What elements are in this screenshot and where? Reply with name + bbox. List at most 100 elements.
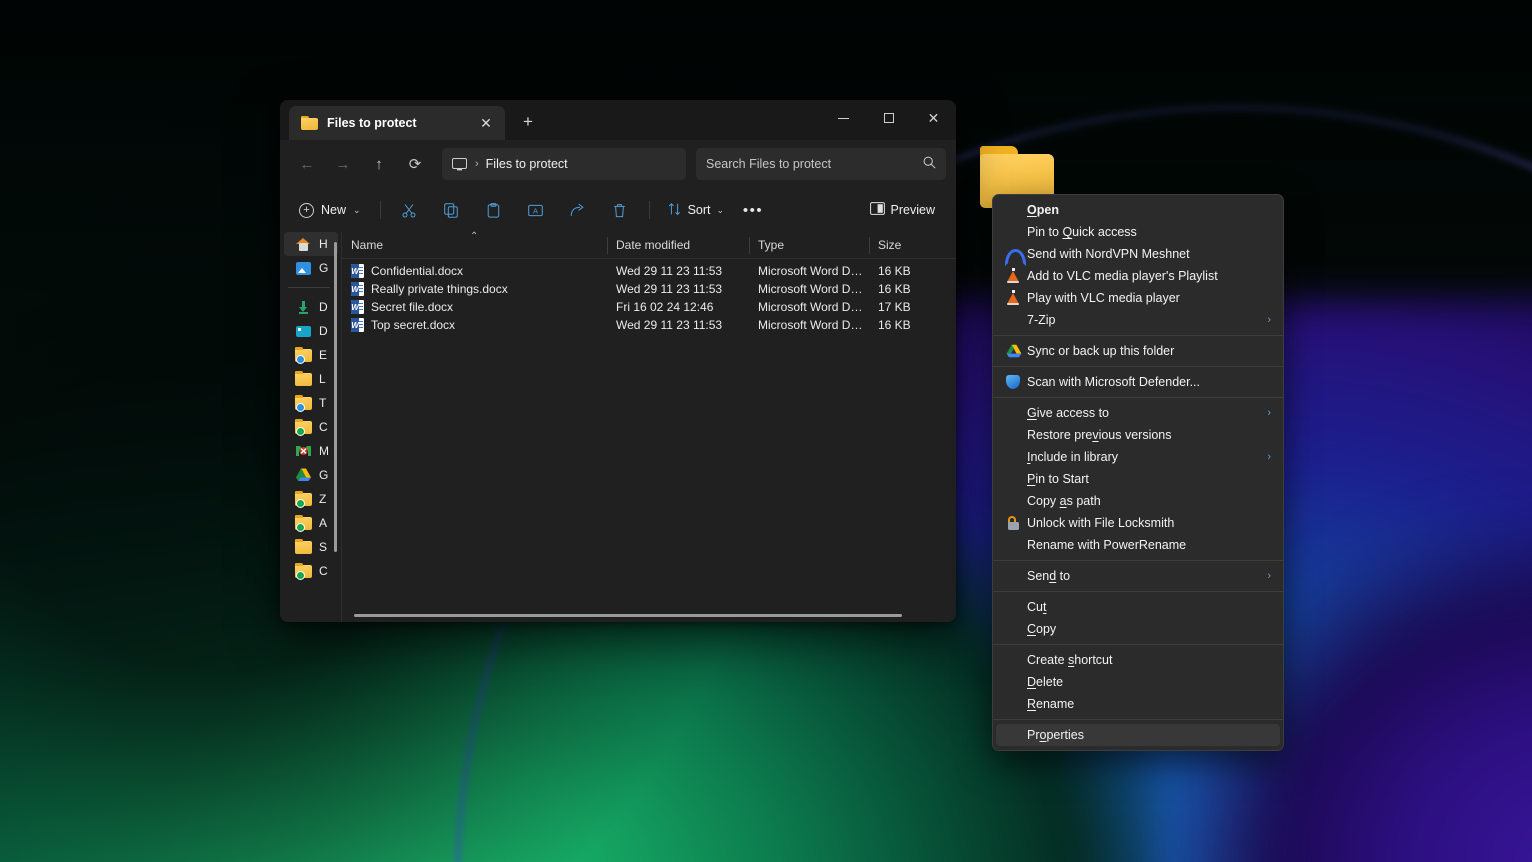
menu-separator: [993, 335, 1283, 336]
chevron-right-icon: ›: [1267, 407, 1271, 419]
new-tab-button[interactable]: +: [513, 107, 543, 137]
file-date-cell: Fri 16 02 24 12:46: [616, 300, 714, 314]
table-row[interactable]: W Confidential.docx Wed 29 11 23 11:53 Micr…: [342, 262, 956, 280]
menu-item-create-shortcut[interactable]: Create shortcut: [993, 649, 1283, 671]
forward-button[interactable]: →: [326, 148, 360, 180]
menu-item-scan-with-microsoft-defender[interactable]: Scan with Microsoft Defender...: [993, 371, 1283, 393]
word-doc-icon: W: [351, 264, 364, 278]
maximize-button[interactable]: [866, 100, 911, 136]
sidebar-item-10[interactable]: Z: [284, 487, 338, 511]
sidebar-item-6[interactable]: T: [284, 391, 338, 415]
menu-item-pin-to-quick-access[interactable]: Pin to Quick access: [993, 221, 1283, 243]
file-date-cell: Wed 29 11 23 11:53: [616, 282, 723, 296]
sidebar-item-11[interactable]: A: [284, 511, 338, 535]
sidebar-item-7[interactable]: C: [284, 415, 338, 439]
desktop-icon: [295, 323, 312, 340]
menu-item-restore-previous-versions[interactable]: Restore previous versions: [993, 424, 1283, 446]
sort-arrows-icon: [668, 202, 682, 219]
menu-item-7-zip[interactable]: 7-Zip ›: [993, 309, 1283, 331]
defender-shield-icon: [1003, 374, 1027, 390]
menu-item-label: Copy: [1027, 622, 1057, 636]
new-button[interactable]: + New ⌄: [292, 195, 371, 225]
back-button[interactable]: ←: [290, 148, 324, 180]
menu-separator: [993, 719, 1283, 720]
folder-icon: [301, 116, 318, 130]
delete-button[interactable]: [600, 195, 640, 225]
sidebar-scrollbar[interactable]: [334, 242, 337, 552]
sidebar-item-5[interactable]: L: [284, 367, 338, 391]
column-header-size[interactable]: Size: [869, 232, 949, 259]
tab-files-to-protect[interactable]: Files to protect ✕: [289, 106, 505, 140]
table-row[interactable]: W Secret file.docx Fri 16 02 24 12:46 Micro…: [342, 298, 956, 316]
column-header-type[interactable]: Type: [749, 232, 869, 259]
sidebar-item-1[interactable]: G: [284, 256, 338, 280]
menu-item-send-with-nordvpn-meshnet[interactable]: Send with NordVPN Meshnet: [993, 243, 1283, 266]
address-bar[interactable]: › Files to protect: [442, 148, 686, 180]
paste-button[interactable]: [474, 195, 514, 225]
sidebar-item-4[interactable]: E: [284, 343, 338, 367]
menu-item-give-access-to[interactable]: Give access to ›: [993, 402, 1283, 424]
vlc-icon: [1003, 268, 1027, 284]
refresh-button[interactable]: ⟳: [398, 148, 432, 180]
column-header-name-label: Name: [351, 238, 384, 252]
sidebar-item-label: E: [319, 348, 328, 362]
minimize-button[interactable]: [821, 100, 866, 136]
no-icon: [1003, 427, 1027, 443]
context-menu: Open Pin to Quick access Send with NordVPN…: [992, 194, 1284, 751]
column-header-date-modified[interactable]: Date modified: [607, 232, 749, 259]
horizontal-scrollbar[interactable]: [342, 610, 956, 622]
close-window-button[interactable]: ✕: [911, 100, 956, 136]
file-name-cell: W Top secret.docx: [342, 318, 607, 332]
menu-item-play-with-vlc-media-player[interactable]: Play with VLC media player: [993, 287, 1283, 309]
menu-item-rename-with-powerrename[interactable]: Rename with PowerRename: [993, 534, 1283, 556]
menu-item-copy[interactable]: Copy: [993, 618, 1283, 640]
more-options-button[interactable]: •••: [735, 195, 771, 225]
rename-button[interactable]: A: [516, 195, 556, 225]
no-icon: [1003, 537, 1027, 553]
menu-item-properties[interactable]: Properties: [996, 724, 1280, 746]
no-icon: [1003, 696, 1027, 712]
navigation-sidebar: HGDDELTCMGZASC: [280, 232, 342, 622]
menu-item-rename[interactable]: Rename: [993, 693, 1283, 715]
menu-item-add-to-vlc-media-player-s-playlist[interactable]: Add to VLC media player's Playlist: [993, 265, 1283, 287]
menu-item-pin-to-start[interactable]: Pin to Start: [993, 468, 1283, 490]
sidebar-item-label: C: [319, 564, 328, 578]
menu-item-send-to[interactable]: Send to ›: [993, 565, 1283, 587]
sidebar-item-0[interactable]: H: [284, 232, 338, 256]
sidebar-item-13[interactable]: C: [284, 559, 338, 583]
no-icon: [1003, 449, 1027, 465]
no-icon: [1003, 621, 1027, 637]
sidebar-item-9[interactable]: G: [284, 463, 338, 487]
menu-item-sync-or-back-up-this-folder[interactable]: Sync or back up this folder: [993, 340, 1283, 362]
copy-button[interactable]: [432, 195, 472, 225]
close-tab-icon[interactable]: ✕: [473, 110, 499, 136]
menu-item-cut[interactable]: Cut: [993, 596, 1283, 618]
search-input[interactable]: Search Files to protect: [696, 148, 946, 180]
sidebar-item-8[interactable]: M: [284, 439, 338, 463]
menu-item-copy-as-path[interactable]: Copy as path: [993, 490, 1283, 512]
share-button[interactable]: [558, 195, 598, 225]
column-header-name[interactable]: Name ⌃: [342, 231, 607, 259]
menu-item-delete[interactable]: Delete: [993, 671, 1283, 693]
menu-item-label: Delete: [1027, 675, 1064, 689]
plus-icon: +: [299, 202, 314, 218]
sidebar-item-2[interactable]: D: [284, 295, 338, 319]
table-row[interactable]: W Top secret.docx Wed 29 11 23 11:53 Micros…: [342, 316, 956, 334]
horizontal-scrollbar-thumb[interactable]: [354, 614, 902, 617]
preview-button[interactable]: Preview: [861, 195, 944, 225]
sort-button[interactable]: Sort ⌄: [659, 195, 733, 225]
sidebar-item-12[interactable]: S: [284, 535, 338, 559]
sidebar-item-3[interactable]: D: [284, 319, 338, 343]
sidebar-item-label: L: [319, 372, 326, 386]
menu-item-unlock-with-file-locksmith[interactable]: Unlock with File Locksmith: [993, 512, 1283, 534]
file-name-cell: W Really private things.docx: [342, 282, 607, 296]
menu-item-label: Play with VLC media player: [1027, 291, 1180, 305]
cut-button[interactable]: [390, 195, 430, 225]
menu-item-open[interactable]: Open: [993, 199, 1283, 221]
unlock-padlock-icon: [1003, 515, 1027, 531]
toolbar-divider: [379, 201, 381, 219]
up-button[interactable]: ↑: [362, 148, 396, 180]
table-row[interactable]: W Really private things.docx Wed 29 11 23 …: [342, 280, 956, 298]
menu-item-label: Sync or back up this folder: [1027, 344, 1175, 358]
menu-item-include-in-library[interactable]: Include in library ›: [993, 446, 1283, 468]
